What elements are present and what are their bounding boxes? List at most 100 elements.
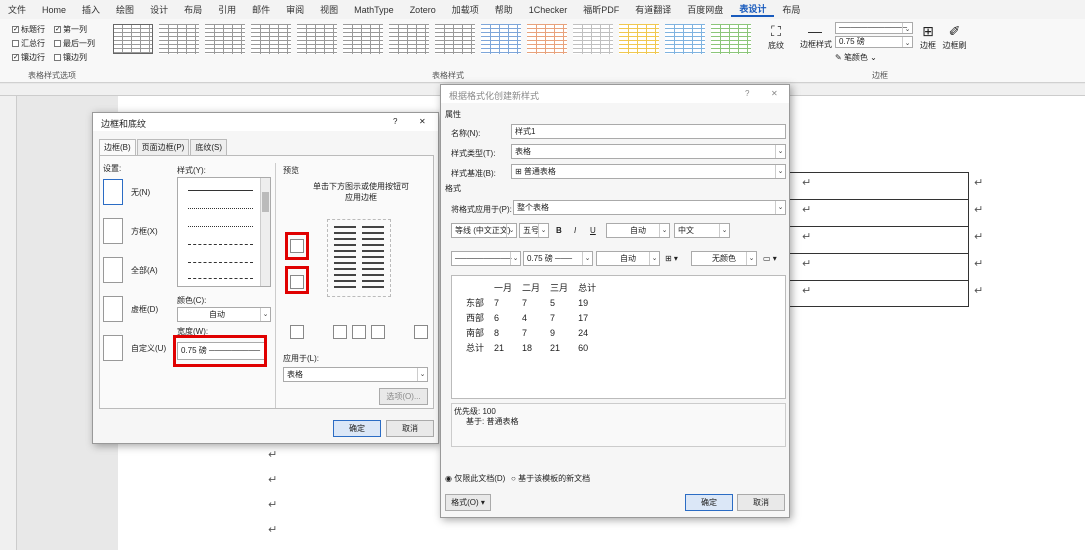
menu-item[interactable]: Zotero bbox=[402, 5, 444, 15]
dialog-tab[interactable]: 边框(B) bbox=[99, 139, 136, 155]
cancel-button[interactable]: 取消 bbox=[386, 420, 434, 437]
pen-color-button[interactable]: ✎ 笔颜色 ⌄ bbox=[835, 52, 877, 63]
table-style-thumbnail[interactable] bbox=[205, 24, 245, 54]
menu-item[interactable]: 文件 bbox=[0, 3, 34, 16]
first-column-checkbox[interactable]: ✓ 第一列 bbox=[54, 24, 87, 35]
table-style-thumbnail[interactable] bbox=[527, 24, 567, 54]
font-size-dropdown[interactable]: 五号 ⌄ bbox=[519, 223, 549, 238]
vertical-ruler[interactable] bbox=[0, 96, 17, 550]
scrollbar[interactable] bbox=[260, 178, 270, 286]
diagonal-down-border-icon[interactable] bbox=[290, 325, 304, 339]
table-style-thumbnail[interactable] bbox=[251, 24, 291, 54]
border-painter-button[interactable]: ✐ 边框刷 bbox=[942, 23, 967, 51]
setting-option[interactable]: 无(N) bbox=[103, 177, 173, 209]
preview-cell: 5 bbox=[550, 297, 556, 308]
setting-option[interactable]: 全部(A) bbox=[103, 255, 173, 287]
inside-vertical-border-icon[interactable] bbox=[352, 325, 366, 339]
preview-cell: 6 bbox=[494, 312, 500, 323]
table-style-thumbnail[interactable] bbox=[573, 24, 613, 54]
dialog-tab[interactable]: 页面边框(P) bbox=[136, 139, 190, 155]
menu-item[interactable]: 审阅 bbox=[278, 3, 312, 16]
diagonal-up-border-icon[interactable] bbox=[414, 325, 428, 339]
table-style-thumbnail[interactable] bbox=[435, 24, 475, 54]
style-based-dropdown[interactable]: ⊞ 普通表格 ⌄ bbox=[511, 164, 786, 179]
header-row-checkbox[interactable]: ✓ 标题行 bbox=[12, 24, 45, 35]
pen-style-dropdown[interactable]: ──────────── ⌄ bbox=[835, 22, 913, 34]
ok-button[interactable]: 确定 bbox=[685, 494, 733, 511]
menu-item[interactable]: 视图 bbox=[312, 3, 346, 16]
menu-item[interactable]: 加载项 bbox=[444, 3, 487, 16]
table-style-thumbnail[interactable] bbox=[711, 24, 751, 54]
menu-item[interactable]: 引用 bbox=[210, 3, 244, 16]
menu-item[interactable]: 邮件 bbox=[244, 3, 278, 16]
menu-item[interactable]: MathType bbox=[346, 5, 402, 15]
menu-item[interactable]: 百度网盘 bbox=[679, 3, 731, 16]
right-border-icon[interactable] bbox=[371, 325, 385, 339]
banded-columns-checkbox[interactable]: 镶边列 bbox=[54, 52, 87, 63]
menu-item[interactable]: 帮助 bbox=[487, 3, 521, 16]
language-dropdown[interactable]: 中文 ⌄ bbox=[674, 223, 730, 238]
menu-item[interactable]: 布局 bbox=[176, 3, 210, 16]
setting-option[interactable]: 自定义(U) bbox=[103, 333, 173, 365]
line-color-dropdown[interactable]: 自动 ⌄ bbox=[596, 251, 660, 266]
close-icon: ✕ bbox=[771, 89, 778, 98]
border-styles-button[interactable]: — 边框样式 bbox=[800, 23, 832, 50]
menu-item[interactable]: 插入 bbox=[74, 3, 108, 16]
options-button[interactable]: 选项(O)... bbox=[379, 388, 428, 405]
apply-to-dropdown[interactable]: 表格 ⌄ bbox=[283, 367, 428, 382]
table-style-thumbnail[interactable] bbox=[665, 24, 705, 54]
font-dropdown[interactable]: 等线 (中文正文) ⌄ bbox=[451, 223, 517, 238]
document-table[interactable] bbox=[789, 172, 969, 308]
style-type-dropdown[interactable]: 表格 ⌄ bbox=[511, 144, 786, 159]
underline-button[interactable]: U bbox=[590, 226, 596, 235]
help-button[interactable]: ? bbox=[745, 89, 749, 98]
table-style-thumbnail[interactable] bbox=[159, 24, 199, 54]
help-button[interactable]: ? bbox=[393, 117, 397, 126]
fill-color-dropdown[interactable]: 无颜色 ⌄ bbox=[691, 251, 757, 266]
table-style-thumbnail[interactable] bbox=[619, 24, 659, 54]
format-menu-button[interactable]: 格式(O) ▾ bbox=[445, 494, 491, 511]
apply-format-dropdown[interactable]: 整个表格 ⌄ bbox=[513, 200, 786, 215]
line-style-dropdown[interactable]: ────────── ⌄ bbox=[451, 251, 521, 266]
close-button[interactable]: ✕ bbox=[419, 117, 426, 126]
table-properties-dropdown[interactable]: ▭ ▾ bbox=[763, 254, 777, 263]
shading-button[interactable]: ⛶ 底纹 bbox=[765, 23, 787, 51]
left-border-icon[interactable] bbox=[333, 325, 347, 339]
line-style-list[interactable] bbox=[177, 177, 271, 287]
close-button[interactable]: ✕ bbox=[771, 89, 778, 98]
borders-dropdown[interactable]: ⊞ ▾ bbox=[665, 254, 678, 263]
ok-button[interactable]: 确定 bbox=[333, 420, 381, 437]
last-column-checkbox[interactable]: 最后一列 bbox=[54, 38, 95, 49]
dialog-tab[interactable]: 底纹(S) bbox=[190, 139, 228, 155]
menu-item[interactable]: 表设计 bbox=[731, 2, 775, 17]
table-style-thumbnail[interactable] bbox=[343, 24, 383, 54]
banded-rows-checkbox[interactable]: ✓ 镶边行 bbox=[12, 52, 45, 63]
line-weight-dropdown[interactable]: 0.75 磅 ─── ⌄ bbox=[523, 251, 593, 266]
menu-item[interactable]: 布局 bbox=[774, 3, 808, 16]
style-name-input[interactable]: 样式1 bbox=[511, 124, 786, 139]
new-documents-radio[interactable]: ○ 基于该模板的新文档 bbox=[511, 473, 590, 484]
table-style-thumbnail[interactable] bbox=[297, 24, 337, 54]
this-document-radio[interactable]: ◉ 仅限此文档(D) bbox=[445, 473, 505, 484]
border-preview[interactable] bbox=[327, 219, 391, 297]
menu-item[interactable]: 福昕PDF bbox=[575, 3, 627, 16]
borders-button[interactable]: ⊞ 边框 bbox=[917, 23, 939, 51]
pen-weight-dropdown[interactable]: 0.75 磅 ⌄ bbox=[835, 36, 913, 48]
table-style-thumbnail[interactable] bbox=[389, 24, 429, 54]
cancel-button[interactable]: 取消 bbox=[737, 494, 785, 511]
setting-option[interactable]: 虚框(D) bbox=[103, 294, 173, 326]
menu-item[interactable]: 绘图 bbox=[108, 3, 142, 16]
preview-cell: 4 bbox=[522, 312, 528, 323]
total-row-checkbox[interactable]: 汇总行 bbox=[12, 38, 45, 49]
table-style-thumbnail[interactable] bbox=[113, 24, 153, 54]
menu-item[interactable]: 1Checker bbox=[521, 5, 576, 15]
bold-button[interactable]: B bbox=[556, 226, 562, 235]
menu-item[interactable]: 设计 bbox=[142, 3, 176, 16]
table-style-thumbnail[interactable] bbox=[481, 24, 521, 54]
italic-button[interactable]: I bbox=[574, 226, 576, 235]
menu-item[interactable]: Home bbox=[34, 5, 74, 15]
font-color-dropdown[interactable]: 自动 ⌄ bbox=[606, 223, 670, 238]
menu-item[interactable]: 有道翻译 bbox=[627, 3, 679, 16]
color-dropdown[interactable]: 自动 ⌄ bbox=[177, 307, 271, 322]
setting-option[interactable]: 方框(X) bbox=[103, 216, 173, 248]
